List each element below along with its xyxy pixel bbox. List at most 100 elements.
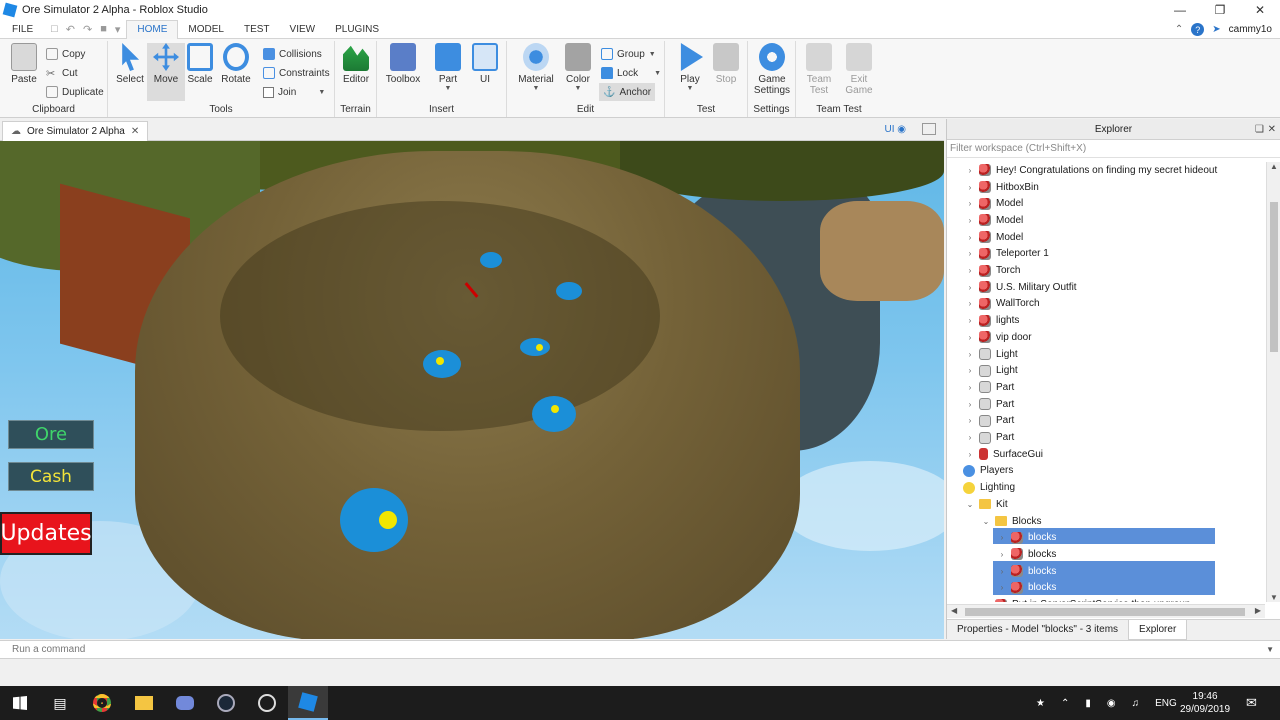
join-checkbox[interactable]: Join ▼ — [263, 84, 325, 100]
tree-item[interactable]: › Torch — [947, 262, 1020, 279]
tree-item[interactable]: › Part — [947, 396, 1014, 413]
tab-properties[interactable]: Properties - Model "blocks" - 3 items — [947, 620, 1128, 640]
tree-item[interactable]: › blocks — [947, 529, 1056, 546]
tree-item[interactable]: › Model — [947, 195, 1023, 212]
save-icon[interactable]: ■ — [100, 23, 107, 35]
share-icon[interactable]: ➤ — [1212, 24, 1220, 35]
chevron-right-icon[interactable]: › — [965, 333, 975, 342]
ore-node[interactable] — [556, 282, 582, 300]
part-button[interactable]: Part ▼ — [429, 43, 467, 92]
scroll-right-icon[interactable]: ▶ — [1255, 606, 1261, 615]
explorer-filter-input[interactable]: Filter workspace (Ctrl+Shift+X) — [947, 140, 1280, 158]
discord-icon[interactable] — [165, 686, 205, 720]
tree-item[interactable]: › lights — [947, 312, 1019, 329]
help-icon[interactable]: ? — [1191, 23, 1205, 36]
file-menu[interactable]: FILE — [0, 20, 45, 39]
steam-icon[interactable] — [206, 686, 246, 720]
select-button[interactable]: Select — [111, 43, 149, 85]
scale-button[interactable]: Scale — [181, 43, 219, 85]
volume-icon[interactable]: ♫ — [1132, 698, 1140, 709]
ore-node[interactable] — [340, 488, 408, 552]
lock-button[interactable]: Lock ▼ — [601, 65, 661, 81]
constraints-toggle[interactable]: Constraints — [263, 65, 330, 81]
tree-item[interactable]: ⌄ Kit — [947, 496, 1008, 513]
new-file-icon[interactable]: □ — [51, 23, 58, 35]
tree-item[interactable]: › Light — [947, 362, 1018, 379]
scroll-down-icon[interactable]: ▼ — [1270, 593, 1278, 602]
tab-model[interactable]: MODEL — [178, 20, 234, 39]
customize-icon[interactable]: ▾ — [115, 23, 121, 36]
tree-item[interactable]: › Model — [947, 229, 1023, 246]
tree-item[interactable]: Players — [947, 463, 1013, 480]
tab-view[interactable]: VIEW — [280, 20, 326, 39]
tree-item[interactable]: › Teleporter 1 — [947, 246, 1049, 263]
chevron-right-icon[interactable]: › — [965, 183, 975, 192]
language-indicator[interactable]: ENG — [1155, 698, 1177, 709]
task-view-icon[interactable]: ▤ — [40, 686, 80, 720]
join-dropdown-icon[interactable]: ▼ — [318, 89, 325, 96]
chevron-right-icon[interactable]: › — [965, 433, 975, 442]
horizontal-scrollbar[interactable]: ◀ ▶ — [947, 604, 1265, 618]
collapse-ribbon-icon[interactable]: ⌃ — [1175, 24, 1183, 35]
scrollbar-thumb[interactable] — [965, 608, 1245, 616]
move-button[interactable]: Move — [147, 43, 185, 101]
chevron-right-icon[interactable]: › — [965, 266, 975, 275]
tree-item[interactable]: › SurfaceGui — [947, 446, 1043, 463]
team-test-button[interactable]: Team Test — [800, 43, 838, 96]
chevron-right-icon[interactable]: › — [965, 233, 975, 242]
chrome-icon[interactable] — [82, 686, 122, 720]
tree-item[interactable]: › HitboxBin — [947, 179, 1039, 196]
tab-plugins[interactable]: PLUGINS — [325, 20, 389, 39]
chevron-right-icon[interactable]: › — [965, 166, 975, 175]
cash-button[interactable]: Cash — [8, 462, 94, 491]
show-hidden-icons[interactable]: ⌃ — [1061, 698, 1069, 709]
terrain-editor-button[interactable]: Editor — [337, 43, 375, 85]
ore-node[interactable] — [532, 396, 576, 432]
tree-item[interactable]: › WallTorch — [947, 296, 1040, 313]
chevron-right-icon[interactable]: › — [965, 450, 975, 459]
exit-game-button[interactable]: Exit Game — [840, 43, 878, 96]
updates-button[interactable]: Updates — [0, 512, 92, 555]
scroll-left-icon[interactable]: ◀ — [951, 606, 957, 615]
chevron-right-icon[interactable]: › — [965, 350, 975, 359]
rotate-button[interactable]: Rotate — [217, 43, 255, 85]
tab-test[interactable]: TEST — [234, 20, 280, 39]
chevron-right-icon[interactable]: › — [965, 366, 975, 375]
viewport-layout-icon[interactable] — [922, 123, 936, 135]
chevron-right-icon[interactable]: › — [997, 567, 1007, 576]
chevron-right-icon[interactable]: › — [997, 533, 1007, 542]
command-bar-input[interactable]: Run a command ▼ — [0, 640, 1280, 659]
tree-item[interactable]: › Hey! Congratulations on finding my secr… — [947, 162, 1217, 179]
ore-node[interactable] — [520, 338, 550, 356]
tree-item[interactable]: › Part — [947, 379, 1014, 396]
notifications-icon[interactable]: ✉ — [1246, 686, 1257, 720]
play-button[interactable]: Play ▼ — [671, 43, 709, 92]
close-tab-icon[interactable]: ✕ — [131, 126, 139, 137]
cut-button[interactable]: ✂ Cut — [46, 65, 78, 81]
game-settings-button[interactable]: Game Settings — [753, 43, 791, 96]
battery-icon[interactable]: ▮ — [1085, 698, 1091, 709]
chevron-right-icon[interactable]: › — [965, 316, 975, 325]
tree-item[interactable]: › Model — [947, 212, 1023, 229]
tree-item[interactable]: › blocks — [947, 580, 1056, 597]
tree-item[interactable]: › Part — [947, 429, 1014, 446]
chevron-down-icon[interactable]: ⌄ — [965, 500, 975, 509]
username[interactable]: cammy1o — [1229, 24, 1272, 35]
chevron-right-icon[interactable]: › — [965, 416, 975, 425]
collisions-toggle[interactable]: Collisions — [263, 46, 322, 62]
file-explorer-icon[interactable] — [124, 686, 164, 720]
duplicate-button[interactable]: Duplicate — [46, 84, 104, 100]
tree-item[interactable]: › Part — [947, 413, 1014, 430]
tab-explorer[interactable]: Explorer — [1128, 619, 1188, 640]
roblox-studio-taskbar-icon[interactable] — [288, 686, 328, 720]
tree-item[interactable]: › Put in ServerScriptService then ungroup — [947, 596, 1190, 602]
obs-icon[interactable] — [247, 686, 287, 720]
chevron-right-icon[interactable]: › — [965, 383, 975, 392]
clock[interactable]: 19:46 29/09/2019 — [1180, 686, 1230, 720]
ui-visibility-toggle[interactable]: UI ◉ — [884, 124, 906, 135]
stop-button[interactable]: Stop — [707, 43, 745, 85]
windows-start-icon[interactable] — [0, 686, 40, 720]
minimize-button[interactable]: — — [1160, 0, 1200, 20]
ore-node[interactable] — [480, 252, 502, 268]
3d-viewport[interactable]: Ore Cash Updates — [0, 141, 944, 639]
